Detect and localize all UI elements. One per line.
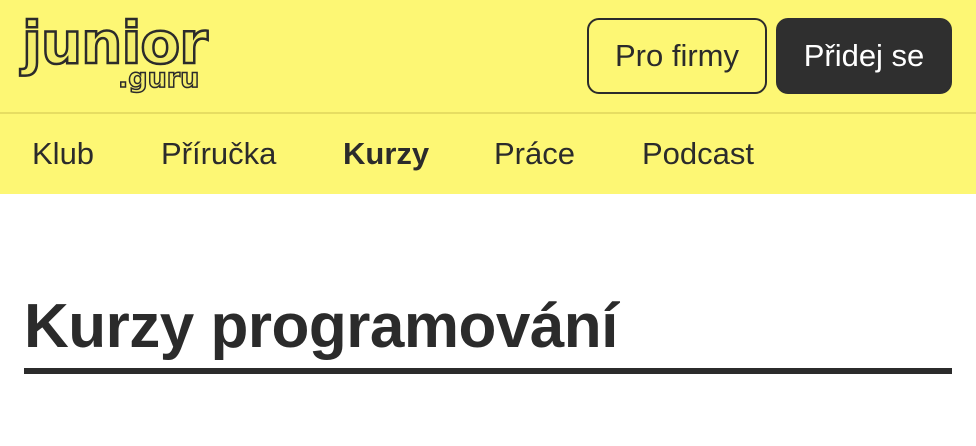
- title-underline: [24, 368, 952, 374]
- main-nav: Klub Příručka Kurzy Práce Podcast: [0, 114, 976, 194]
- nav-item-kurzy[interactable]: Kurzy: [343, 114, 429, 194]
- join-button[interactable]: Přidej se: [776, 18, 952, 94]
- nav-item-podcast[interactable]: Podcast: [642, 114, 754, 194]
- nav-item-prirucka[interactable]: Příručka: [161, 114, 276, 194]
- junior-guru-logo[interactable]: junior .guru: [21, 13, 212, 98]
- nav-item-prace[interactable]: Práce: [494, 114, 575, 194]
- nav-item-klub[interactable]: Klub: [32, 114, 94, 194]
- logo-subtext: .guru: [117, 63, 200, 95]
- top-header: junior .guru Pro firmy Přidej se: [0, 0, 976, 114]
- page-title: Kurzy programování: [24, 292, 618, 361]
- for-companies-button[interactable]: Pro firmy: [587, 18, 767, 94]
